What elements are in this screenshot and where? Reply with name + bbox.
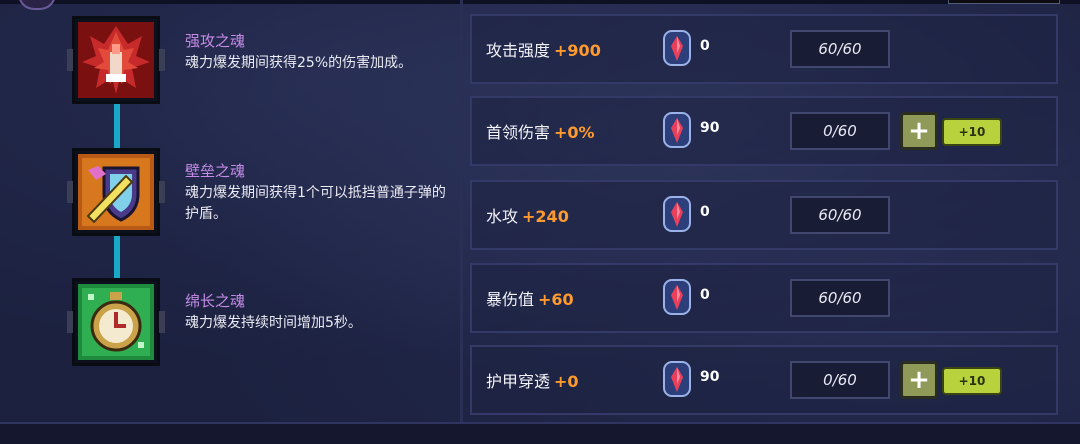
soul-cost: 0 (700, 287, 710, 303)
skill-desc-strike: 魂力爆发期间获得25%的伤害加成。 (185, 55, 413, 71)
soul-gem-icon (663, 196, 691, 232)
soul-gem-icon (663, 30, 691, 66)
shield-sword-icon (78, 154, 154, 230)
level-counter: 60/60 (790, 196, 890, 234)
column-divider (460, 0, 463, 422)
skill-icon-frame-endurance[interactable] (67, 278, 165, 366)
soul-gem-icon (663, 279, 691, 315)
skill-name-strike: 强攻之魂 (185, 32, 246, 50)
level-counter: 60/60 (790, 30, 890, 68)
stat-bonus: +0 (554, 372, 579, 391)
soul-cost: 90 (700, 369, 720, 385)
skill-desc-bulwark: 魂力爆发期间获得1个可以抵挡普通子弹的护盾。 (185, 185, 446, 222)
stat-bonus: +240 (522, 207, 569, 226)
stat-row-crit-damage: 暴伤值 +60 0 60/60 (470, 263, 1058, 333)
stat-label-boss-damage: 首领伤害 +0% (486, 123, 595, 142)
skill-icon-frame-strike[interactable] (67, 16, 165, 104)
level-counter: 0/60 (790, 112, 890, 150)
skill-name-endurance: 绵长之魂 (185, 292, 246, 310)
upgrade-plus10-button[interactable]: +10 (942, 367, 1002, 395)
skill-name-bulwark: 壁垒之魂 (185, 162, 246, 180)
stat-row-attack: 攻击强度 +900 0 60/60 (470, 14, 1058, 84)
soul-cost: 0 (700, 204, 710, 220)
bottom-strip (0, 422, 1080, 444)
soul-gem-icon (663, 361, 691, 397)
stat-label-attack: 攻击强度 +900 (486, 41, 601, 60)
stat-label-water-attack: 水攻 +240 (486, 207, 569, 226)
upgrade-plus-button[interactable]: + (900, 112, 938, 150)
level-counter: 0/60 (790, 361, 890, 399)
stat-bonus: +60 (538, 290, 574, 309)
upgrade-plus10-button[interactable]: +10 (942, 118, 1002, 146)
top-right-bar (948, 0, 1060, 4)
stat-row-water-attack: 水攻 +240 0 60/60 (470, 180, 1058, 250)
level-counter: 60/60 (790, 279, 890, 317)
stat-row-armor-pierce: 护甲穿透 +0 90 0/60 + +10 (470, 345, 1058, 415)
soul-cost: 0 (700, 38, 710, 54)
stat-row-boss-damage: 首领伤害 +0% 90 0/60 + +10 (470, 96, 1058, 166)
upgrade-plus-button[interactable]: + (900, 361, 938, 399)
skill-connector (114, 104, 120, 150)
stat-label-armor-pierce: 护甲穿透 +0 (486, 372, 579, 391)
stat-label-crit-damage: 暴伤值 +60 (486, 290, 574, 309)
red-wolf-armor-icon (78, 22, 154, 98)
stat-bonus: +900 (554, 41, 601, 60)
stat-bonus: +0% (554, 123, 595, 142)
soul-cost: 90 (700, 120, 720, 136)
skill-desc-endurance: 魂力爆发持续时间增加5秒。 (185, 315, 362, 331)
stopwatch-icon (78, 284, 154, 360)
top-strip (0, 0, 1080, 4)
skill-icon-frame-bulwark[interactable] (67, 148, 165, 236)
soul-gem-icon (663, 112, 691, 148)
skill-connector (114, 236, 120, 280)
